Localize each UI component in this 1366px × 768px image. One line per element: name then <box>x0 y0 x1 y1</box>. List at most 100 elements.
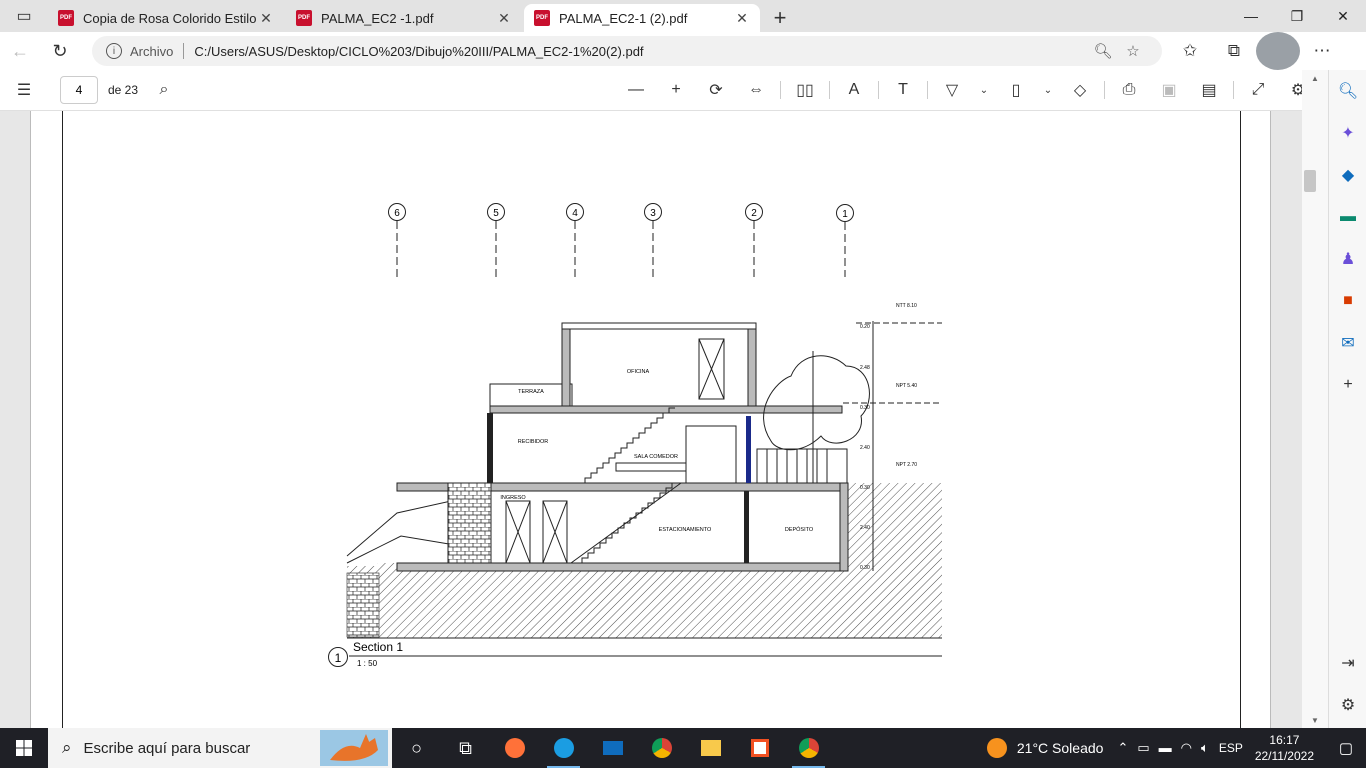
section-drawing: 6 5 4 3 2 1 NTT 8.10 NPT 5.40 NPT 2.70 0… <box>328 203 942 668</box>
print-icon[interactable]: ⎙ <box>1109 70 1149 110</box>
close-tab-icon[interactable]: ✕ <box>258 10 274 27</box>
vertical-scrollbar[interactable]: ▲ ▼ <box>1302 70 1328 728</box>
edge-icon[interactable] <box>539 728 588 768</box>
add-favorite-icon[interactable]: ☆ <box>1118 42 1148 60</box>
pdf-viewer[interactable]: 6 5 4 3 2 1 NTT 8.10 NPT 5.40 NPT 2.70 0… <box>0 111 1302 728</box>
svg-text:DEPÓSITO: DEPÓSITO <box>785 526 814 533</box>
games-icon[interactable]: ♟ <box>1329 238 1366 280</box>
outlook-icon[interactable]: ✉ <box>1329 322 1366 364</box>
toolbar-separator <box>927 81 928 99</box>
search-icon: ⌕ <box>62 738 72 757</box>
svg-text:3: 3 <box>650 208 656 219</box>
add-sidebar-app-icon[interactable]: + <box>1329 364 1366 406</box>
battery-icon[interactable]: ▬ <box>1159 740 1172 756</box>
fullscreen-icon[interactable]: ⤢ <box>1238 70 1278 110</box>
scroll-down-icon[interactable]: ▼ <box>1302 712 1328 728</box>
contents-icon[interactable]: ☰ <box>4 70 44 110</box>
task-view-icon[interactable]: ⧉ <box>441 728 490 768</box>
start-button[interactable] <box>0 728 48 768</box>
refresh-button[interactable]: ↻ <box>40 32 80 70</box>
erase-icon[interactable]: ◇ <box>1060 70 1100 110</box>
favorites-icon[interactable]: ✩ <box>1168 32 1212 70</box>
close-tab-icon[interactable]: ✕ <box>734 10 750 27</box>
weather-widget[interactable]: 21°C Soleado <box>986 738 1103 758</box>
page-number-input[interactable]: 4 <box>60 76 98 104</box>
cortana-icon[interactable]: ○ <box>392 728 441 768</box>
copilot-sparkle-icon[interactable]: ✦ <box>1329 112 1366 154</box>
search-icon[interactable]: 🔍︎ <box>1329 70 1366 112</box>
tab-actions-icon[interactable]: ▭ <box>0 0 48 32</box>
find-icon[interactable]: ⌕ <box>144 70 184 110</box>
tab-2[interactable]: PDF PALMA_EC2 -1.pdf ✕ <box>286 4 522 32</box>
windows-taskbar: ⌕ Escribe aquí para buscar ○ ⧉ 21°C Sole… <box>0 728 1366 768</box>
firefox-icon[interactable] <box>490 728 539 768</box>
pdf-file-icon: PDF <box>534 10 550 26</box>
tab-3-active[interactable]: PDF PALMA_EC2-1 (2).pdf ✕ <box>524 4 760 32</box>
notifications-icon[interactable]: ▢ <box>1326 739 1366 757</box>
save-icon[interactable]: ▣ <box>1149 70 1189 110</box>
page-total: de 23 <box>108 83 139 97</box>
axis-2: 2 <box>745 203 763 277</box>
svg-text:2.40: 2.40 <box>860 525 870 531</box>
restore-icon[interactable]: ❐ <box>1274 0 1320 32</box>
network-adapter-icon[interactable]: ▭ <box>1137 740 1149 756</box>
scroll-up-icon[interactable]: ▲ <box>1302 70 1328 86</box>
store-icon[interactable] <box>735 728 784 768</box>
ground-floor-slab <box>396 562 848 572</box>
new-tab-button[interactable]: + <box>762 4 798 32</box>
add-text-icon[interactable]: T <box>883 70 923 110</box>
clock[interactable]: 16:17 22/11/2022 <box>1255 732 1314 764</box>
svg-text:TERRAZA: TERRAZA <box>518 389 544 395</box>
tools-briefcase-icon[interactable]: ▬ <box>1329 196 1366 238</box>
svg-text:NTT 8.10: NTT 8.10 <box>896 303 917 309</box>
shopping-tag-icon[interactable]: ◆ <box>1329 154 1366 196</box>
wifi-icon[interactable]: ◠ <box>1181 740 1192 756</box>
zoom-in-icon[interactable]: + <box>656 70 696 110</box>
zoom-out-icon[interactable]: 🔍︎ <box>1088 42 1118 60</box>
chrome-profile-icon[interactable] <box>784 728 833 768</box>
url-field[interactable]: i Archivo C:/Users/ASUS/Desktop/CICLO%20… <box>92 36 1162 66</box>
collections-icon[interactable]: ⧉ <box>1212 32 1256 70</box>
highlight-options-chevron-icon[interactable]: ⌄ <box>1036 70 1060 110</box>
close-window-icon[interactable]: ✕ <box>1320 0 1366 32</box>
svg-text:NPT 5.40: NPT 5.40 <box>896 383 917 389</box>
zoom-out-icon[interactable]: — <box>616 70 656 110</box>
taskbar-search[interactable]: ⌕ Escribe aquí para buscar <box>48 728 392 768</box>
svg-text:5: 5 <box>493 208 499 219</box>
info-icon[interactable]: i <box>106 43 122 59</box>
rotate-icon[interactable]: ⟳ <box>696 70 736 110</box>
read-aloud-icon[interactable]: A <box>834 70 874 110</box>
back-button[interactable]: ← <box>0 32 40 70</box>
svg-text:2: 2 <box>751 208 757 219</box>
url-scheme-label: Archivo <box>130 43 174 59</box>
svg-text:1: 1 <box>842 209 848 220</box>
svg-text:2.40: 2.40 <box>860 445 870 451</box>
scroll-thumb[interactable] <box>1304 170 1316 192</box>
draw-options-chevron-icon[interactable]: ⌄ <box>972 70 996 110</box>
close-tab-icon[interactable]: ✕ <box>496 10 512 27</box>
sidebar-settings-icon[interactable]: ⚙ <box>1329 684 1366 726</box>
chevron-up-icon[interactable]: ⌃ <box>1117 740 1128 756</box>
axis-6: 6 <box>388 203 406 277</box>
file-explorer-icon[interactable] <box>686 728 735 768</box>
fit-width-icon[interactable]: ⇔ <box>736 70 776 110</box>
tab-1[interactable]: PDF Copia de Rosa Colorido Estilo Se ✕ <box>48 4 284 32</box>
page-view-icon[interactable]: ▯▯ <box>785 70 825 110</box>
office-icon[interactable]: ■ <box>1329 280 1366 322</box>
pdf-toolbar: ☰ 4 de 23 ⌕ — + ⟳ ⇔ ▯▯ A T ▽ ⌄ ▯ ⌄ ◇ ⎙ ▣… <box>0 70 1328 111</box>
svg-text:INGRESO: INGRESO <box>500 495 526 501</box>
volume-icon[interactable]: 🔈︎ <box>1201 740 1209 756</box>
save-as-icon[interactable]: ▤ <box>1189 70 1229 110</box>
minimize-icon[interactable]: — <box>1228 0 1274 32</box>
draw-icon[interactable]: ▽ <box>932 70 972 110</box>
chrome-icon[interactable] <box>637 728 686 768</box>
highlight-icon[interactable]: ▯ <box>996 70 1036 110</box>
url-text[interactable]: C:/Users/ASUS/Desktop/CICLO%203/Dibujo%2… <box>194 44 1088 59</box>
language-indicator[interactable]: ESP <box>1219 741 1243 755</box>
axis-5: 5 <box>487 203 505 277</box>
svg-text:1 : 50: 1 : 50 <box>357 659 378 668</box>
mail-icon[interactable] <box>588 728 637 768</box>
hide-sidebar-icon[interactable]: ⇥ <box>1329 642 1366 684</box>
more-menu-icon[interactable]: ⋯ <box>1300 32 1344 70</box>
profile-button[interactable] <box>1256 32 1300 70</box>
